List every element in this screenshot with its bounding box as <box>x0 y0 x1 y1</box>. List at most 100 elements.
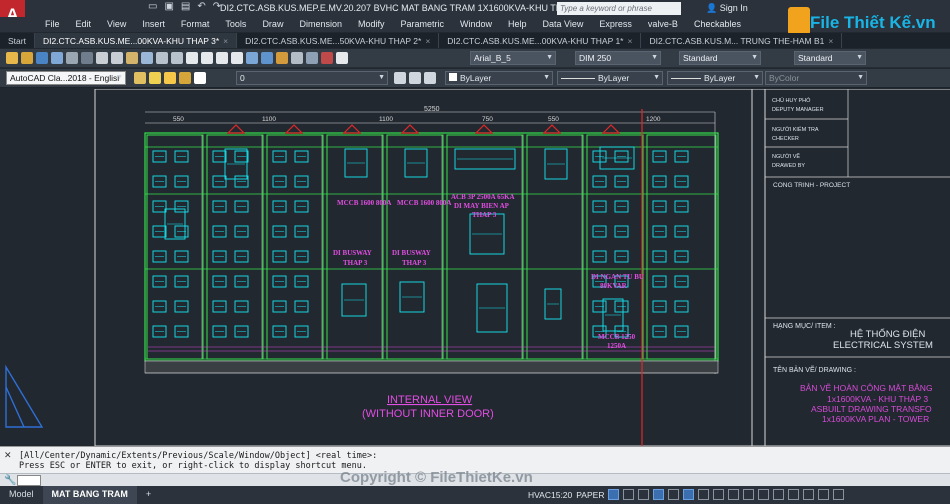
lineweight-icon[interactable] <box>698 489 710 500</box>
close-tab-icon[interactable]: × <box>828 36 833 46</box>
drawing-canvas[interactable]: CHỦ HUY PHÓ DEPUTY MANAGER NGƯỜI KIỂM TR… <box>0 89 950 446</box>
text-style-select[interactable]: Arial_B_5 ▼ <box>470 51 556 65</box>
close-tab-icon[interactable]: × <box>628 36 633 46</box>
color-select[interactable]: ByLayer ▼ <box>445 71 553 85</box>
annotation-monitor-icon[interactable] <box>773 489 785 500</box>
tb-nguoi-ve: NGƯỜI VẼ <box>772 153 800 160</box>
polar-icon[interactable] <box>653 489 665 500</box>
layers-toolbar: AutoCAD Cla...2018 - Englisl ▼ 0 ▼ ByLayer… <box>0 69 950 88</box>
sign-in-button[interactable]: 👤 Sign In <box>706 3 748 14</box>
zoom-realtime-icon[interactable] <box>201 52 213 64</box>
wrench-icon[interactable]: 🔧 <box>4 475 16 486</box>
undo-icon[interactable]: ↶ <box>197 1 205 12</box>
undo-tb-icon[interactable] <box>156 52 168 64</box>
menu-item[interactable]: Draw <box>254 17 291 32</box>
menu-item[interactable]: Window <box>452 17 500 32</box>
save-icon[interactable]: ▤ <box>181 1 190 12</box>
paste-icon[interactable] <box>126 52 138 64</box>
mleader-style-select[interactable]: Standard ▼ <box>794 51 866 65</box>
properties-icon[interactable] <box>246 52 258 64</box>
menu-item[interactable]: Insert <box>134 17 173 32</box>
menu-item[interactable]: View <box>99 17 134 32</box>
plotstyle-select[interactable]: ByColor ▼ <box>765 71 867 85</box>
ortho-icon[interactable] <box>638 489 650 500</box>
help-icon[interactable] <box>336 52 348 64</box>
file-tab[interactable]: DI2.CTC.ASB.KUS.ME...00KVA-KHU THAP 3* × <box>34 33 238 48</box>
menu-item[interactable]: Format <box>173 17 218 32</box>
layer-isolate-icon[interactable] <box>424 72 436 84</box>
transparency-icon[interactable] <box>713 489 725 500</box>
design-center-icon[interactable] <box>261 52 273 64</box>
layout-tab[interactable]: Model <box>0 486 43 504</box>
osnap-icon[interactable] <box>668 489 680 500</box>
publish-icon[interactable] <box>81 52 93 64</box>
zoom-window-icon[interactable] <box>216 52 228 64</box>
file-tab[interactable]: DI2.CTC.ASB.KUS.ME...50KVA-KHU THAP 2* × <box>237 33 440 48</box>
file-tab[interactable]: DI2.CTC.ASB.KUS.ME...00KVA-KHU THAP 1* × <box>439 33 642 48</box>
calculator-icon[interactable] <box>321 52 333 64</box>
file-tab[interactable]: Start <box>0 33 35 48</box>
pan-icon[interactable] <box>186 52 198 64</box>
customize-icon[interactable] <box>833 489 845 500</box>
menu-item[interactable]: Express <box>591 17 640 32</box>
match-prop-icon[interactable] <box>141 52 153 64</box>
hardware-accel-icon[interactable] <box>803 489 815 500</box>
layout-tab[interactable]: MAT BANG TRAM <box>42 486 137 504</box>
annotation-scale-icon[interactable] <box>743 489 755 500</box>
viewport-scale[interactable]: HVAC15:20 <box>528 490 572 500</box>
menu-item[interactable]: Dimension <box>291 17 350 32</box>
dim-style-select[interactable]: DIM 250 ▼ <box>575 51 661 65</box>
tool-palettes-icon[interactable] <box>276 52 288 64</box>
layer-properties-icon[interactable] <box>134 72 146 84</box>
markup-icon[interactable] <box>306 52 318 64</box>
layer-color-swatch-icon[interactable] <box>194 72 206 84</box>
table-style-select[interactable]: Standard ▼ <box>679 51 761 65</box>
menu-item[interactable]: Help <box>500 17 535 32</box>
menu-item[interactable]: Edit <box>68 17 100 32</box>
copy-icon[interactable] <box>111 52 123 64</box>
close-icon[interactable]: ✕ <box>4 450 12 461</box>
layer-previous-icon[interactable] <box>409 72 421 84</box>
open-icon[interactable]: ▣ <box>164 1 173 12</box>
save-file-icon[interactable] <box>36 52 48 64</box>
workspace-icon[interactable] <box>758 489 770 500</box>
redo-tb-icon[interactable] <box>171 52 183 64</box>
open-file-icon[interactable] <box>21 52 33 64</box>
menu-item[interactable]: File <box>37 17 68 32</box>
lineweight-select[interactable]: ByLayer ▼ <box>667 71 763 85</box>
sun-icon[interactable] <box>164 72 176 84</box>
layout-tab[interactable]: + <box>137 486 160 504</box>
snap-mode-icon[interactable] <box>608 489 620 500</box>
menu-item[interactable]: Tools <box>217 17 254 32</box>
isolate-objects-icon[interactable] <box>788 489 800 500</box>
grid-icon[interactable] <box>623 489 635 500</box>
plot-icon[interactable] <box>51 52 63 64</box>
command-input[interactable] <box>17 475 41 486</box>
new-file-icon[interactable] <box>6 52 18 64</box>
menu-item[interactable]: Parametric <box>393 17 453 32</box>
zoom-previous-icon[interactable] <box>231 52 243 64</box>
switchboard-panels <box>145 134 718 360</box>
sheet-set-icon[interactable] <box>291 52 303 64</box>
file-tab[interactable]: DI2.CTC.ASB.KUS.M... TRUNG THE-HAM B1 × <box>641 33 843 48</box>
lock-icon[interactable] <box>179 72 191 84</box>
menu-item[interactable]: Checkables <box>686 17 749 32</box>
menu-item[interactable]: Modify <box>350 17 393 32</box>
close-tab-icon[interactable]: × <box>223 36 228 46</box>
clean-screen-icon[interactable] <box>818 489 830 500</box>
workspace-select[interactable]: AutoCAD Cla...2018 - Englisl ▼ <box>6 71 126 85</box>
new-icon[interactable]: ▭ <box>148 1 157 12</box>
space-toggle[interactable]: PAPER <box>576 490 604 500</box>
search-input[interactable]: Type a keyword or phrase <box>557 2 681 15</box>
cut-icon[interactable] <box>96 52 108 64</box>
lightbulb-icon[interactable] <box>149 72 161 84</box>
menu-item[interactable]: valve-B <box>640 17 686 32</box>
menu-item[interactable]: Data View <box>535 17 592 32</box>
preview-icon[interactable] <box>66 52 78 64</box>
selection-cycling-icon[interactable] <box>728 489 740 500</box>
linetype-select[interactable]: ByLayer ▼ <box>557 71 663 85</box>
layer-select[interactable]: 0 ▼ <box>236 71 388 85</box>
make-current-icon[interactable] <box>394 72 406 84</box>
close-tab-icon[interactable]: × <box>425 36 430 46</box>
otrack-icon[interactable] <box>683 489 695 500</box>
